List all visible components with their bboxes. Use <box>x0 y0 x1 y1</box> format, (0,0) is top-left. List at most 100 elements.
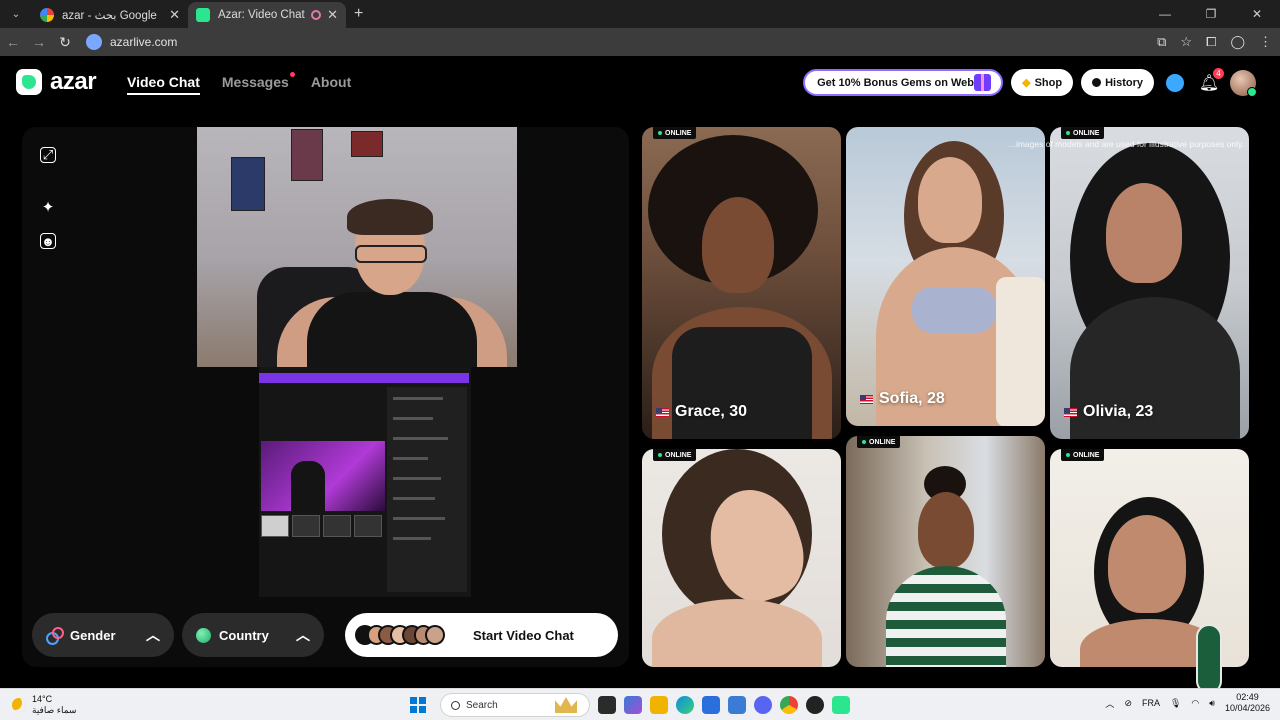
chevron-up-icon[interactable]: ︿ <box>1105 697 1114 710</box>
system-tray: ︿ ⊘ FRA 🎙︎ ◠ 🔊︎ 02:49 10/04/2026 <box>1105 692 1270 714</box>
browser-tab-google[interactable]: azar - بحث Google ✕ <box>32 2 188 28</box>
site-info-icon[interactable] <box>86 34 102 50</box>
taskbar-search[interactable]: Search <box>440 693 590 717</box>
edge-icon[interactable] <box>676 696 694 714</box>
notifications-button[interactable]: 🔔︎ 4 <box>1196 67 1224 96</box>
minimize-icon[interactable]: — <box>1142 7 1188 21</box>
github-icon[interactable] <box>806 696 824 714</box>
chat-controls: Gender ︿ Country ︿ Start Video Chat <box>32 613 622 657</box>
google-icon <box>40 8 54 22</box>
bookmark-star-icon[interactable]: ☆ <box>1180 34 1192 50</box>
close-window-icon[interactable]: ✕ <box>1234 7 1280 21</box>
file-explorer-icon[interactable] <box>650 696 668 714</box>
shop-button[interactable]: ◆ Shop <box>1011 69 1074 96</box>
close-tab-icon[interactable]: ✕ <box>327 7 338 23</box>
maximize-icon[interactable]: ❐ <box>1188 7 1234 21</box>
url-text: azarlive.com <box>110 35 178 49</box>
moon-icon <box>12 698 26 712</box>
chevron-up-icon: ︿ <box>146 627 160 643</box>
browser-tab-azar[interactable]: Azar: Video Chat with New ✕ <box>188 2 346 28</box>
glasses <box>355 245 427 263</box>
header-actions: Get 10% Bonus Gems on Web! ◆ Shop Histor… <box>803 67 1257 97</box>
discord-icon[interactable] <box>754 696 772 714</box>
expand-icon[interactable]: ⤢ <box>40 147 56 163</box>
new-tab-button[interactable]: + <box>354 5 363 23</box>
user-avatars-stack <box>355 625 446 645</box>
profile-name-text: Grace, 30 <box>675 403 748 420</box>
clock-icon <box>1092 78 1102 87</box>
weather-widget[interactable]: 14°C سماء صافية <box>12 694 76 716</box>
us-flag-icon <box>860 394 873 404</box>
profile-name: Olivia, 23 <box>1064 403 1153 421</box>
store-icon[interactable] <box>702 696 720 714</box>
windows-start-icon[interactable] <box>410 697 426 713</box>
person-tank-top <box>307 292 477 367</box>
profile-card[interactable]: ONLINE <box>642 449 841 667</box>
bonus-gems-button[interactable]: Get 10% Bonus Gems on Web! <box>803 69 1004 96</box>
chrome-icon[interactable] <box>780 696 798 714</box>
start-video-chat-button[interactable]: Start Video Chat <box>345 613 618 657</box>
profile-card[interactable]: ONLINE Olivia, 23 <box>1050 127 1249 439</box>
cast-icon[interactable]: ⧉ <box>1157 34 1166 50</box>
volume-icon[interactable]: 🔊︎ <box>1209 698 1215 709</box>
magic-wand-icon[interactable]: ✦ <box>40 199 56 216</box>
gender-label: Gender <box>70 627 116 643</box>
outlook-icon[interactable] <box>728 696 746 714</box>
language-globe-button[interactable] <box>1162 70 1188 96</box>
online-badge: ONLINE <box>1061 127 1105 139</box>
more-menu-icon[interactable]: ⋮ <box>1259 34 1272 50</box>
reload-icon[interactable]: ↻ <box>52 34 78 51</box>
system-clock[interactable]: 02:49 10/04/2026 <box>1225 692 1270 714</box>
history-button[interactable]: History <box>1081 69 1154 96</box>
wifi-icon[interactable]: ◠ <box>1191 698 1199 709</box>
video-tools: ⤢ ✦ ☻ <box>40 147 56 249</box>
notification-badge: 4 <box>1213 67 1224 79</box>
online-label: ONLINE <box>869 438 896 446</box>
gender-filter-button[interactable]: Gender ︿ <box>32 613 174 657</box>
floating-widget[interactable] <box>1196 624 1222 694</box>
us-flag-icon <box>1064 407 1077 417</box>
weather-temp: 14°C <box>32 694 53 704</box>
nav-messages[interactable]: Messages <box>222 72 295 95</box>
profile-card[interactable]: Sofia, 28 <box>846 127 1045 426</box>
tab-search-button[interactable]: ⌄ <box>4 2 28 26</box>
extensions-icon[interactable]: ⧠ <box>1206 34 1216 50</box>
nav-video-chat[interactable]: Video Chat <box>127 74 200 95</box>
search-icon <box>451 700 460 710</box>
forward-icon[interactable]: → <box>26 34 52 50</box>
online-badge: ONLINE <box>653 449 697 461</box>
start-label: Start Video Chat <box>473 627 574 643</box>
wall-poster <box>231 157 265 211</box>
screen-thumbnails <box>261 515 382 537</box>
taskbar-apps: Search <box>410 693 850 717</box>
profile-card[interactable]: ONLINE Grace, 30 <box>642 127 841 439</box>
profile-name-text: Sofia, 28 <box>879 390 945 407</box>
chevron-up-icon: ︿ <box>296 627 310 643</box>
user-avatar[interactable] <box>1230 69 1257 97</box>
url-field[interactable]: azarlive.com <box>86 34 177 50</box>
browser-toolbar-right: ⧉ ☆ ⧠ ◯ ⋮ <box>1157 28 1272 56</box>
window-controls: — ❐ ✕ <box>1142 0 1280 28</box>
azar-taskbar-icon[interactable] <box>832 696 850 714</box>
screen-video <box>261 441 385 511</box>
nav-about[interactable]: About <box>311 74 351 95</box>
country-filter-button[interactable]: Country ︿ <box>182 613 324 657</box>
profile-icon[interactable]: ◯ <box>1230 34 1245 50</box>
face-filter-icon[interactable]: ☻ <box>40 233 56 249</box>
unread-dot-icon <box>289 72 295 77</box>
language-indicator[interactable]: FRA <box>1142 698 1160 708</box>
network-off-icon[interactable]: ⊘ <box>1124 698 1132 709</box>
back-icon[interactable]: ← <box>0 34 26 50</box>
profile-card[interactable]: ONLINE <box>846 436 1045 667</box>
search-highlight-icon <box>555 697 577 713</box>
online-badge: ONLINE <box>857 436 901 448</box>
close-tab-icon[interactable]: ✕ <box>169 7 180 23</box>
globe-icon <box>1166 73 1184 92</box>
microphone-icon[interactable]: 🎙︎ <box>1170 698 1181 709</box>
azar-logo-icon <box>16 69 42 95</box>
widgets-icon[interactable] <box>624 696 642 714</box>
site-header: azar Video Chat Messages About Get 10% B… <box>0 56 1280 112</box>
globe-icon <box>196 627 211 643</box>
azar-logo[interactable]: azar <box>16 68 97 96</box>
task-view-icon[interactable] <box>598 696 616 714</box>
